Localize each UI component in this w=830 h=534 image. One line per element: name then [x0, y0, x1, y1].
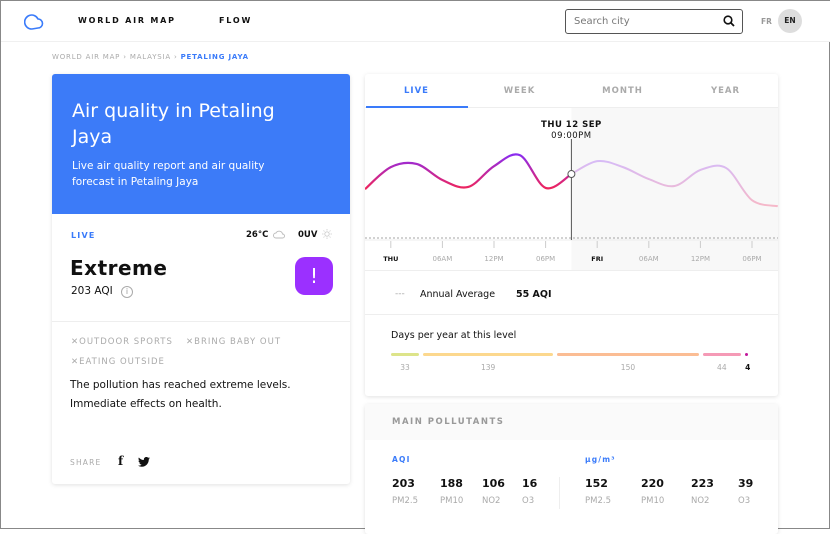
- temperature: 26°C: [246, 230, 269, 240]
- uv-index: 0UV: [298, 230, 318, 240]
- x-tick-label: 12PM: [484, 255, 503, 263]
- page-subtitle: Live air quality report and air quality …: [72, 160, 265, 188]
- lang-en[interactable]: EN: [778, 9, 802, 33]
- forecast-background: [571, 108, 778, 270]
- days-segment: [745, 353, 749, 356]
- cloud-logo-icon[interactable]: [24, 11, 46, 31]
- x-tick-label: 06AM: [433, 255, 453, 263]
- aqi-line-chart[interactable]: THU 12 SEP09:00PM THU 06AM 12PM 06PM FRI 06AM 1…: [365, 108, 778, 270]
- divider: [365, 270, 778, 271]
- pollutant-value: 223: [691, 477, 714, 490]
- cursor-label: THU 12 SEP: [541, 120, 602, 130]
- pollutant-name: O3: [738, 496, 751, 506]
- days-segment-label: 33: [400, 363, 410, 372]
- pollutants-title: MAIN POLLUTANTS: [392, 417, 505, 427]
- hero-banner: Air quality in Petaling Jaya Live air qu…: [52, 74, 350, 214]
- x-tick-label: 06PM: [536, 255, 555, 263]
- advice-tag: ✕EATING OUTSIDE: [71, 357, 165, 367]
- cursor-point: [567, 170, 576, 179]
- history-card: LIVE WEEK MONTH YEAR THU 12 SEP 09:00PM THU 06…: [365, 74, 778, 396]
- pollutant-value: 203: [392, 477, 415, 490]
- advice-tag: ✕BRING BABY OUT: [186, 337, 282, 347]
- info-icon[interactable]: i: [121, 286, 133, 298]
- divider: [365, 314, 778, 315]
- pollutant-name: PM10: [641, 496, 665, 506]
- x-tick-label: FRI: [591, 255, 603, 263]
- health-advice: The pollution has reached extreme levels…: [70, 379, 291, 410]
- pollutant-value: 16: [522, 477, 538, 490]
- aqi-unit-label: AQI: [392, 455, 411, 464]
- search-input[interactable]: Search city: [565, 9, 743, 34]
- x-tick-label: THU: [383, 255, 398, 263]
- pollutant-name: O3: [522, 496, 535, 506]
- main-pollutants-card: MAIN POLLUTANTS AQI µg/m³ 203 PM2.5 188 PM1…: [365, 404, 778, 534]
- breadcrumb-malaysia[interactable]: MALAYSIA: [130, 53, 171, 61]
- pollutant-value: 220: [641, 477, 664, 490]
- breadcrumb-world[interactable]: WORLD AIR MAP: [52, 53, 120, 61]
- divider: [559, 477, 560, 509]
- tab-live[interactable]: LIVE: [365, 86, 468, 96]
- search-icon[interactable]: [723, 15, 735, 27]
- aqi-level: Extreme: [70, 256, 168, 280]
- cloud-icon: [273, 230, 285, 239]
- days-segment-label: 4: [745, 363, 751, 372]
- breadcrumb: WORLD AIR MAP › MALAYSIA › PETALING JAYA: [52, 53, 249, 61]
- days-segment: [391, 353, 419, 356]
- live-line: [365, 153, 573, 191]
- search-placeholder: Search city: [574, 16, 630, 27]
- days-segment: [557, 353, 699, 356]
- days-per-year-title: Days per year at this level: [391, 330, 517, 341]
- pollutant-name: NO2: [691, 496, 710, 506]
- pollutant-name: PM10: [440, 496, 464, 506]
- tab-month[interactable]: MONTH: [571, 86, 674, 96]
- x-tick-label: 12PM: [691, 255, 710, 263]
- pollutant-value: 152: [585, 477, 608, 490]
- tab-week[interactable]: WEEK: [468, 86, 571, 96]
- dashed-legend-icon: ---: [395, 289, 405, 299]
- top-nav: WORLD AIR MAP FLOW Search city FR EN: [1, 1, 830, 42]
- days-segment-label: 44: [717, 363, 727, 372]
- annual-average-value: 55 AQI: [516, 289, 552, 300]
- pollutant-value: 106: [482, 477, 505, 490]
- days-segment: [702, 353, 742, 356]
- pollutant-name: NO2: [482, 496, 501, 506]
- page-title: Air quality in Petaling Jaya: [72, 100, 275, 148]
- pollutant-value: 188: [440, 477, 463, 490]
- cursor-label: 09:00PM: [551, 131, 591, 141]
- tab-year[interactable]: YEAR: [674, 86, 777, 96]
- breadcrumb-current: PETALING JAYA: [180, 53, 249, 61]
- pollutant-value: 39: [738, 477, 754, 490]
- facebook-icon[interactable]: f: [118, 454, 123, 468]
- days-segment-label: 150: [620, 363, 636, 372]
- days-segment-label: 139: [481, 363, 496, 372]
- extreme-warning-badge: !: [295, 257, 333, 295]
- days-segment: [422, 353, 554, 356]
- twitter-icon[interactable]: [138, 457, 150, 467]
- pollutant-name: PM2.5: [392, 496, 418, 506]
- x-tick-label: 06AM: [639, 255, 659, 263]
- divider: [52, 321, 350, 322]
- nav-world-air-map[interactable]: WORLD AIR MAP: [78, 16, 176, 25]
- share-label: SHARE: [70, 458, 102, 467]
- aqi-summary-card: Air quality in Petaling Jaya Live air qu…: [52, 74, 350, 484]
- live-label: LIVE: [71, 231, 96, 240]
- annual-average-label: Annual Average: [420, 289, 496, 300]
- pollutant-name: PM2.5: [585, 496, 611, 506]
- lang-fr[interactable]: FR: [761, 17, 772, 26]
- sun-icon: [322, 229, 332, 239]
- aqi-value: 203 AQI: [71, 285, 113, 297]
- concentration-unit-label: µg/m³: [585, 455, 616, 464]
- advice-tag: ✕OUTDOOR SPORTS: [71, 337, 173, 347]
- nav-flow[interactable]: FLOW: [219, 16, 252, 25]
- x-tick-label: 06PM: [742, 255, 761, 263]
